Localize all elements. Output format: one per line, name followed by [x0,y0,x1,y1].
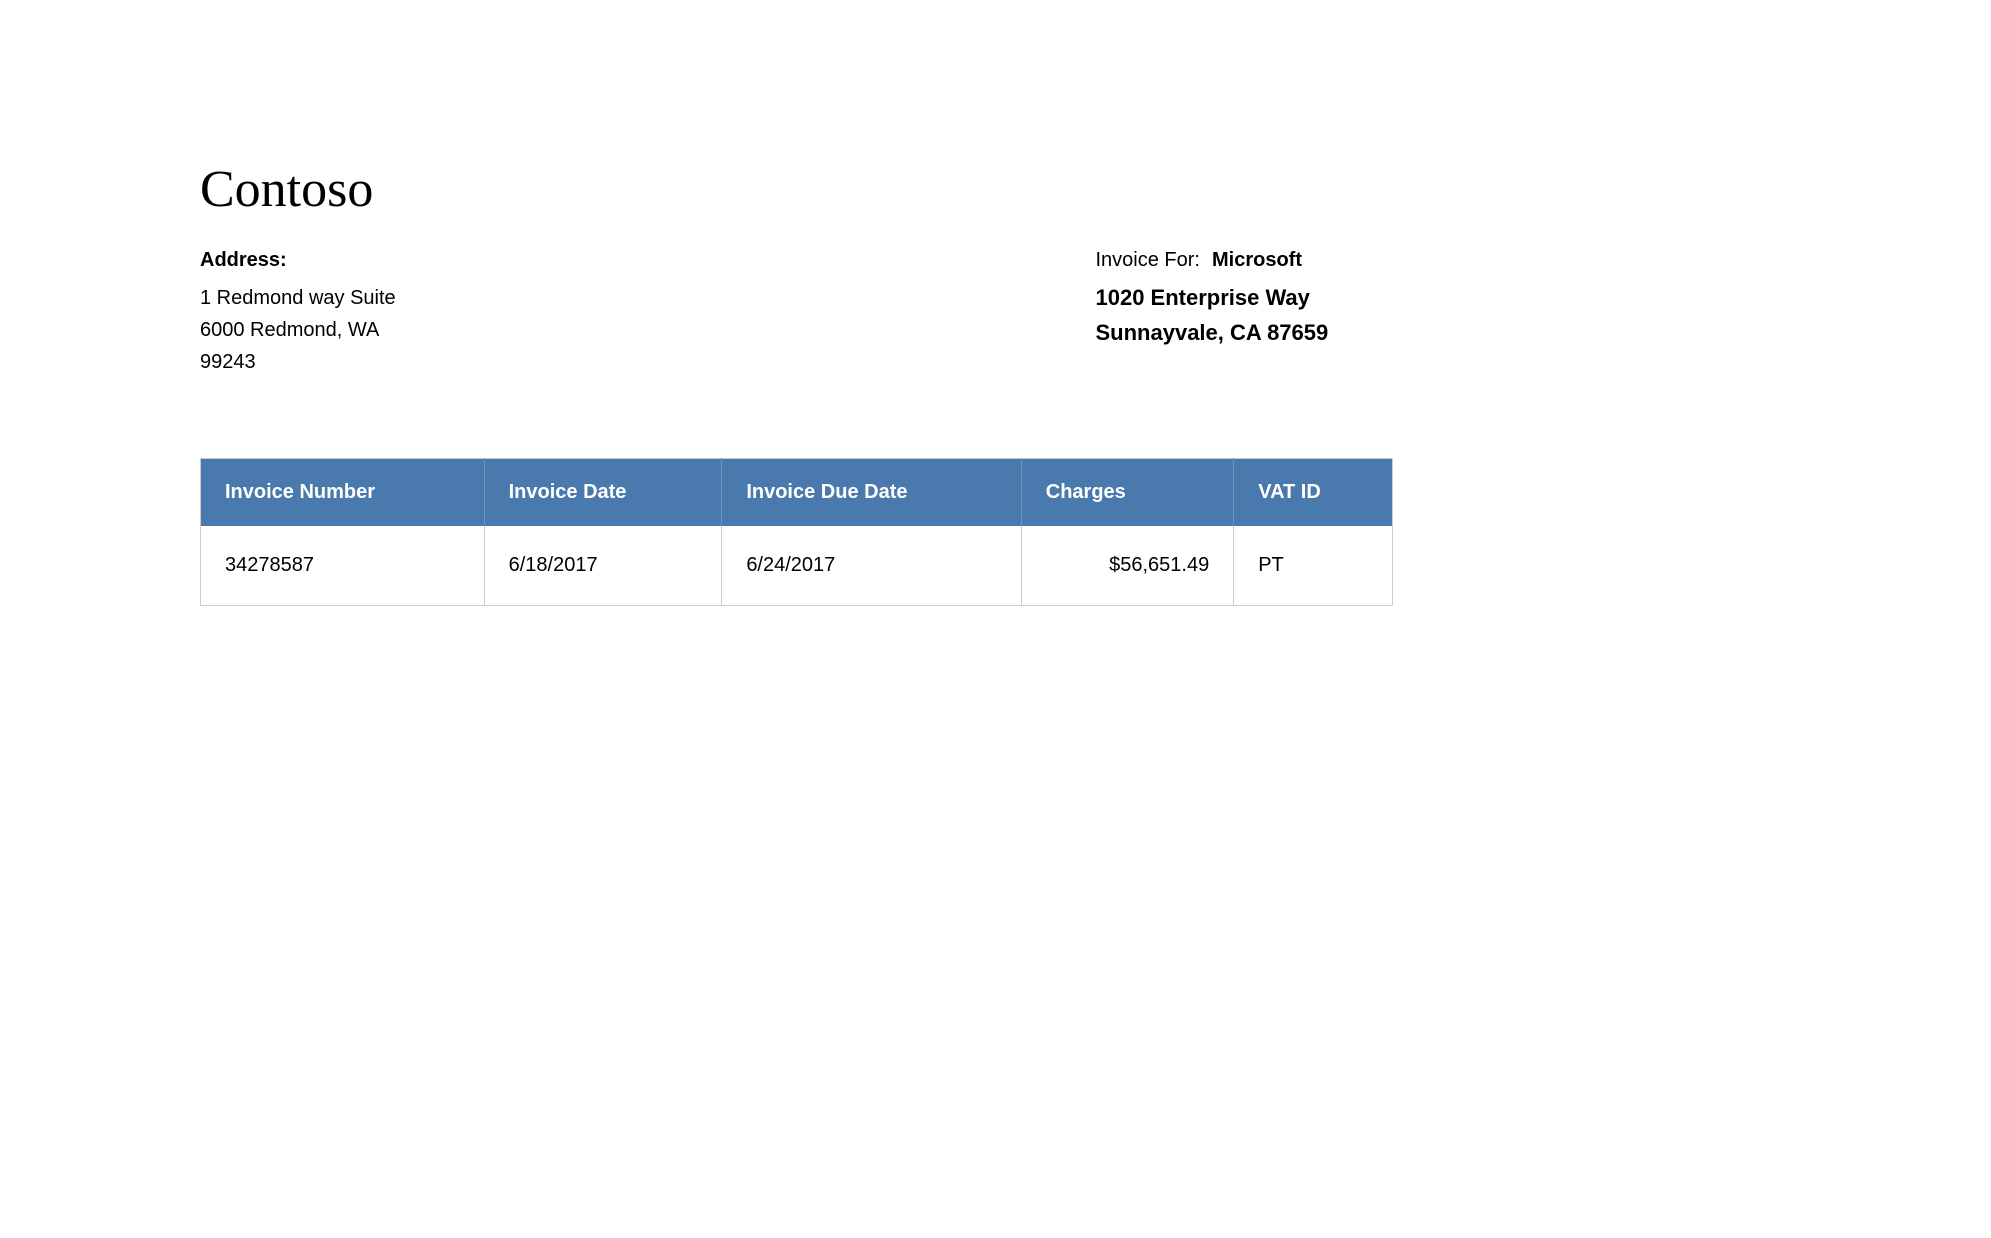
col-header-invoice-date: Invoice Date [484,459,722,527]
cell-vat-id: PT [1234,526,1393,606]
cell-invoice-due-date: 6/24/2017 [722,526,1021,606]
invoice-for-block: Invoice For: Microsoft 1020 Enterprise W… [896,249,1792,378]
table-row: 34278587 6/18/2017 6/24/2017 $56,651.49 … [201,526,1393,606]
recipient-company-name: Microsoft [1212,249,1302,272]
recipient-address-line2: Sunnayvale, CA 87659 [1096,315,1329,350]
cell-invoice-number: 34278587 [201,526,485,606]
table-header-row: Invoice Number Invoice Date Invoice Due … [201,459,1393,527]
col-header-invoice-number: Invoice Number [201,459,485,527]
header-section: Address: 1 Redmond way Suite 6000 Redmon… [200,249,1791,378]
sender-address-line1: 1 Redmond way Suite [200,282,896,314]
invoice-table: Invoice Number Invoice Date Invoice Due … [200,458,1393,606]
recipient-address-line1: 1020 Enterprise Way [1096,280,1310,315]
col-header-invoice-due-date: Invoice Due Date [722,459,1021,527]
address-label: Address: [200,249,896,272]
sender-address-block: Address: 1 Redmond way Suite 6000 Redmon… [200,249,896,378]
page-container: Contoso Address: 1 Redmond way Suite 600… [0,0,1991,1238]
cell-charges: $56,651.49 [1021,526,1233,606]
sender-address-line2: 6000 Redmond, WA [200,314,896,346]
company-name: Contoso [200,160,1791,219]
table-section: Invoice Number Invoice Date Invoice Due … [200,458,1791,606]
col-header-charges: Charges [1021,459,1233,527]
cell-invoice-date: 6/18/2017 [484,526,722,606]
invoice-for-row: Invoice For: Microsoft [1096,249,1302,272]
col-header-vat-id: VAT ID [1234,459,1393,527]
sender-address-line3: 99243 [200,346,896,378]
invoice-for-label: Invoice For: [1096,249,1200,272]
